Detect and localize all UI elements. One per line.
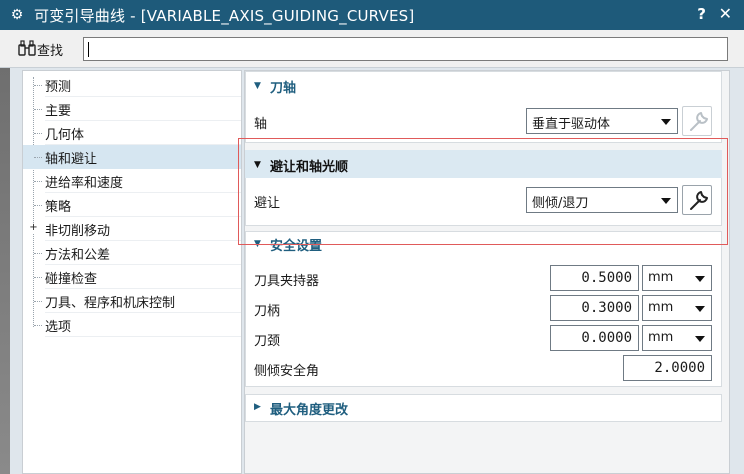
- neck-label: 刀颈: [254, 334, 281, 349]
- field-value: 2.0000: [654, 360, 705, 376]
- tilt-angle-label: 侧倾安全角: [254, 364, 320, 379]
- row-separator: [45, 336, 241, 337]
- field-value: 0.5000: [581, 270, 632, 286]
- unit-value: mm: [648, 300, 674, 315]
- unit-value: mm: [648, 330, 674, 345]
- dropdown-arrow-icon: [695, 336, 705, 342]
- neck-clearance-input[interactable]: 0.0000: [550, 325, 639, 351]
- tree-item-main[interactable]: 主要: [23, 97, 241, 121]
- collapse-triangle-icon: ▼: [254, 160, 261, 170]
- section-title: 避让和轴光顺: [270, 160, 349, 175]
- tree-item-label: 方法和公差: [45, 248, 111, 263]
- help-button[interactable]: ?: [697, 5, 706, 23]
- section-title: 最大角度更改: [270, 403, 349, 418]
- axis-settings-button[interactable]: [682, 106, 712, 136]
- tree-connector: [34, 133, 42, 134]
- tilt-angle-input[interactable]: 2.0000: [623, 355, 712, 381]
- field-value: 0.3000: [581, 300, 632, 316]
- dropdown-arrow-icon: [695, 276, 705, 282]
- section-safety-header[interactable]: ▼ 安全设置: [244, 231, 721, 257]
- tree-item-label: 非切削移动: [45, 224, 111, 239]
- tree-item-label: 碰撞检查: [45, 272, 98, 287]
- find-label: 查找: [37, 44, 64, 59]
- neck-unit-dropdown[interactable]: mm: [642, 325, 712, 351]
- navigation-tree: 预测 主要 几何体 轴和避让 进给率和速度 策略 + 非切削移动 方法和公差 碰…: [22, 70, 242, 474]
- unit-value: mm: [648, 270, 674, 285]
- tree-item-label: 主要: [45, 104, 72, 119]
- axis-dropdown-value: 垂直于驱动体: [532, 117, 611, 132]
- holder-label: 刀具夹持器: [254, 274, 320, 289]
- collapse-triangle-icon: ▼: [254, 81, 261, 91]
- dropdown-arrow-icon: [661, 119, 671, 125]
- section-max-angle-header[interactable]: ▶ 最大角度更改: [244, 395, 721, 421]
- tree-item-label: 轴和避让: [45, 152, 98, 167]
- tree-item-label: 进给率和速度: [45, 176, 124, 191]
- tree-item-non-cutting-moves[interactable]: + 非切削移动: [23, 217, 241, 241]
- tree-connector: [34, 325, 42, 326]
- find-bar: 查找: [0, 30, 744, 68]
- gear-icon: ⚙: [10, 7, 24, 23]
- section-avoidance-header[interactable]: ▼ 避让和轴光顺: [244, 152, 721, 178]
- close-button[interactable]: ✕: [719, 4, 732, 23]
- tree-item-geometry[interactable]: 几何体: [23, 121, 241, 145]
- tree-item-feeds-speeds[interactable]: 进给率和速度: [23, 169, 241, 193]
- section-title: 刀轴: [270, 81, 297, 96]
- tree-connector: [34, 253, 42, 254]
- tree-item-options[interactable]: 选项: [23, 313, 241, 337]
- tree-item-tool-program-machine[interactable]: 刀具、程序和机床控制: [23, 289, 241, 313]
- tree-item-label: 刀具、程序和机床控制: [45, 296, 176, 311]
- collapse-triangle-icon: ▼: [254, 239, 261, 249]
- tree-item-methods-tolerances[interactable]: 方法和公差: [23, 241, 241, 265]
- title-bar: ⚙ 可变引导曲线 - [VARIABLE_AXIS_GUIDING_CURVES…: [0, 0, 744, 30]
- tree-connector: [34, 109, 42, 110]
- holder-unit-dropdown[interactable]: mm: [642, 265, 712, 291]
- axis-dropdown[interactable]: 垂直于驱动体: [526, 108, 678, 134]
- tree-item-preview[interactable]: 预测: [23, 73, 241, 97]
- tree-connector: [34, 205, 42, 206]
- tree-item-label: 选项: [45, 320, 72, 335]
- window-title: 可变引导曲线 - [VARIABLE_AXIS_GUIDING_CURVES]: [34, 6, 415, 25]
- expand-triangle-icon: ▶: [254, 402, 261, 412]
- dropdown-arrow-icon: [661, 198, 671, 204]
- shank-clearance-input[interactable]: 0.3000: [550, 295, 639, 321]
- tree-item-collision-check[interactable]: 碰撞检查: [23, 265, 241, 289]
- find-input[interactable]: [83, 37, 728, 61]
- tree-connector: [34, 301, 42, 302]
- dropdown-arrow-icon: [695, 306, 705, 312]
- tree-item-strategy[interactable]: 策略: [23, 193, 241, 217]
- tree-item-label: 几何体: [45, 128, 85, 143]
- tree-item-label: 预测: [45, 80, 72, 95]
- holder-clearance-input[interactable]: 0.5000: [550, 265, 639, 291]
- avoid-label: 避让: [254, 196, 281, 211]
- panel-gap: [10, 68, 16, 474]
- field-value: 0.0000: [581, 330, 632, 346]
- section-title: 安全设置: [270, 239, 323, 254]
- tree-connector: [34, 277, 42, 278]
- wrench-icon: [690, 191, 708, 210]
- graphics-window-edge: [0, 68, 10, 474]
- avoid-dropdown[interactable]: 侧倾/退刀: [526, 187, 678, 213]
- section-tool-axis-header[interactable]: ▼ 刀轴: [244, 73, 721, 99]
- shank-unit-dropdown[interactable]: mm: [642, 295, 712, 321]
- wrench-icon: [690, 112, 708, 131]
- binoculars-icon: [18, 40, 36, 56]
- text-caret: [88, 42, 89, 57]
- tree-connector: [34, 85, 42, 86]
- tree-connector: [34, 157, 42, 158]
- axis-label: 轴: [254, 117, 268, 132]
- tree-connector: [34, 181, 42, 182]
- tree-item-label: 策略: [45, 200, 72, 215]
- avoid-settings-button[interactable]: [682, 185, 712, 215]
- tree-item-axis-avoidance[interactable]: 轴和避让: [23, 145, 241, 169]
- avoid-dropdown-value: 侧倾/退刀: [532, 196, 589, 211]
- shank-label: 刀柄: [254, 304, 281, 319]
- expand-icon[interactable]: +: [29, 223, 38, 233]
